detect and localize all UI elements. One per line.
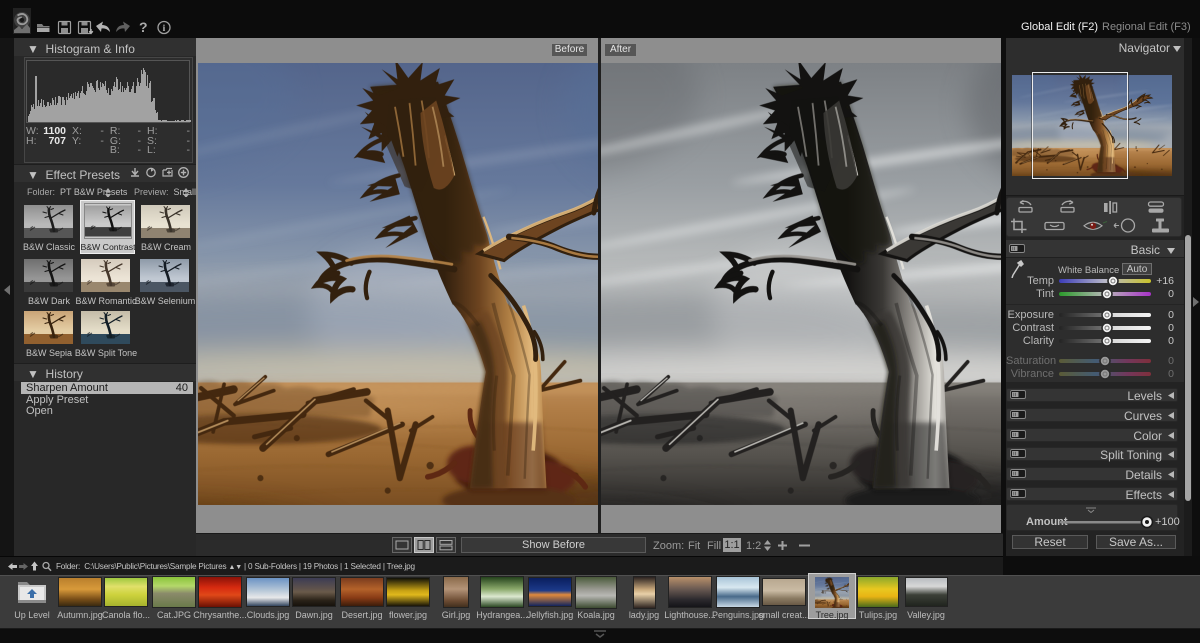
svg-text:?: ? — [139, 20, 148, 35]
svg-text:i: i — [163, 24, 166, 34]
